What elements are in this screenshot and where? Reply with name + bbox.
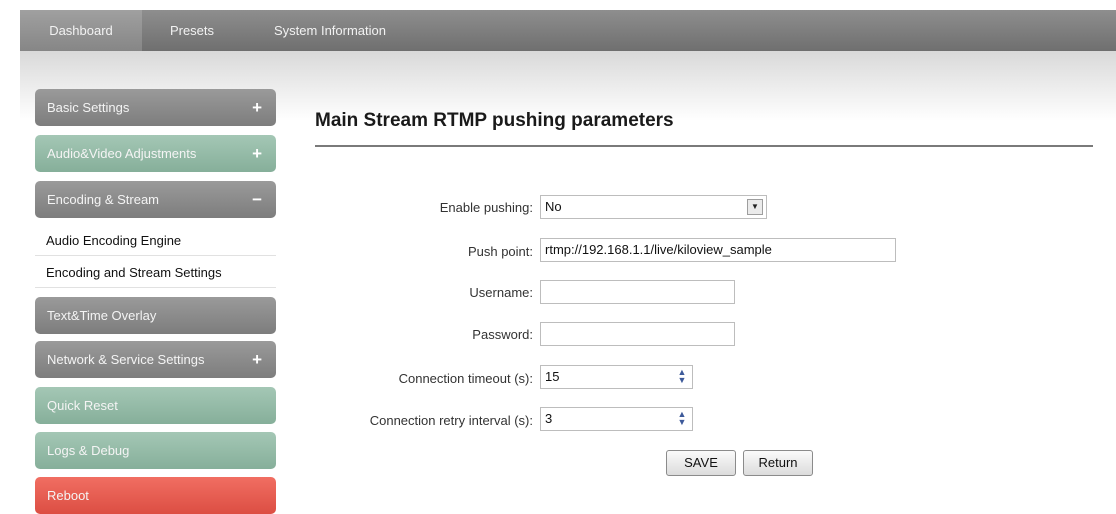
save-button[interactable]: SAVE: [666, 450, 736, 476]
sidebar-item-network-service-settings[interactable]: Network & Service Settings +: [35, 341, 276, 378]
tab-system-information[interactable]: System Information: [260, 10, 400, 51]
enable-pushing-select[interactable]: No ▼: [540, 195, 767, 219]
expand-plus-icon: +: [252, 350, 262, 369]
password-label: Password:: [472, 327, 533, 342]
sidebar-item-label: Network & Service Settings: [47, 352, 205, 367]
sidebar-item-label: Encoding & Stream: [47, 192, 160, 207]
retry-interval-label: Connection retry interval (s):: [369, 413, 533, 428]
connection-timeout-label: Connection timeout (s):: [398, 371, 533, 386]
sidebar-item-logs-debug[interactable]: Logs & Debug: [35, 432, 276, 469]
stepper-arrows-icon[interactable]: ▲ ▼: [675, 410, 689, 428]
return-button[interactable]: Return: [743, 450, 813, 476]
tab-presets[interactable]: Presets: [146, 10, 238, 51]
sidebar-item-encoding-stream[interactable]: Encoding & Stream −: [35, 181, 276, 218]
sidebar-item-label: Quick Reset: [47, 398, 118, 413]
expand-plus-icon: +: [252, 98, 262, 117]
sidebar-item-basic-settings[interactable]: Basic Settings +: [35, 89, 276, 126]
sidebar-item-label: Audio&Video Adjustments: [47, 146, 197, 161]
enable-pushing-label: Enable pushing:: [439, 200, 533, 215]
enable-pushing-value: No: [545, 199, 562, 214]
retry-interval-stepper[interactable]: 3 ▲ ▼: [540, 407, 693, 431]
sidebar-item-label: Text&Time Overlay: [47, 308, 157, 323]
push-point-input[interactable]: rtmp://192.168.1.1/live/kiloview_sample: [540, 238, 896, 262]
tab-dashboard[interactable]: Dashboard: [20, 10, 142, 51]
sidebar-subitem-audio-encoding-engine[interactable]: Audio Encoding Engine: [35, 225, 276, 256]
expand-plus-icon: +: [252, 144, 262, 163]
stepper-arrows-icon[interactable]: ▲ ▼: [675, 368, 689, 386]
password-input[interactable]: [540, 322, 735, 346]
sidebar-subitem-encoding-stream-settings[interactable]: Encoding and Stream Settings: [35, 257, 276, 288]
dropdown-arrow-icon: ▼: [747, 199, 763, 215]
sidebar-item-audio-video-adjustments[interactable]: Audio&Video Adjustments +: [35, 135, 276, 172]
title-divider: [315, 145, 1093, 147]
page-title: Main Stream RTMP pushing parameters: [315, 110, 674, 131]
retry-interval-value: 3: [545, 411, 553, 426]
sidebar-item-label: Reboot: [47, 488, 89, 503]
top-navigation: Dashboard Presets System Information: [20, 10, 1116, 51]
sidebar-item-label: Logs & Debug: [47, 443, 130, 458]
connection-timeout-value: 15: [545, 369, 560, 384]
sidebar-item-reboot[interactable]: Reboot: [35, 477, 276, 514]
username-label: Username:: [469, 285, 533, 300]
sidebar-item-label: Basic Settings: [47, 100, 130, 115]
push-point-value: rtmp://192.168.1.1/live/kiloview_sample: [545, 242, 772, 257]
sidebar-item-quick-reset[interactable]: Quick Reset: [35, 387, 276, 424]
sidebar-item-text-time-overlay[interactable]: Text&Time Overlay: [35, 297, 276, 334]
connection-timeout-stepper[interactable]: 15 ▲ ▼: [540, 365, 693, 389]
collapse-minus-icon: −: [252, 190, 262, 209]
username-input[interactable]: [540, 280, 735, 304]
push-point-label: Push point:: [467, 244, 533, 259]
